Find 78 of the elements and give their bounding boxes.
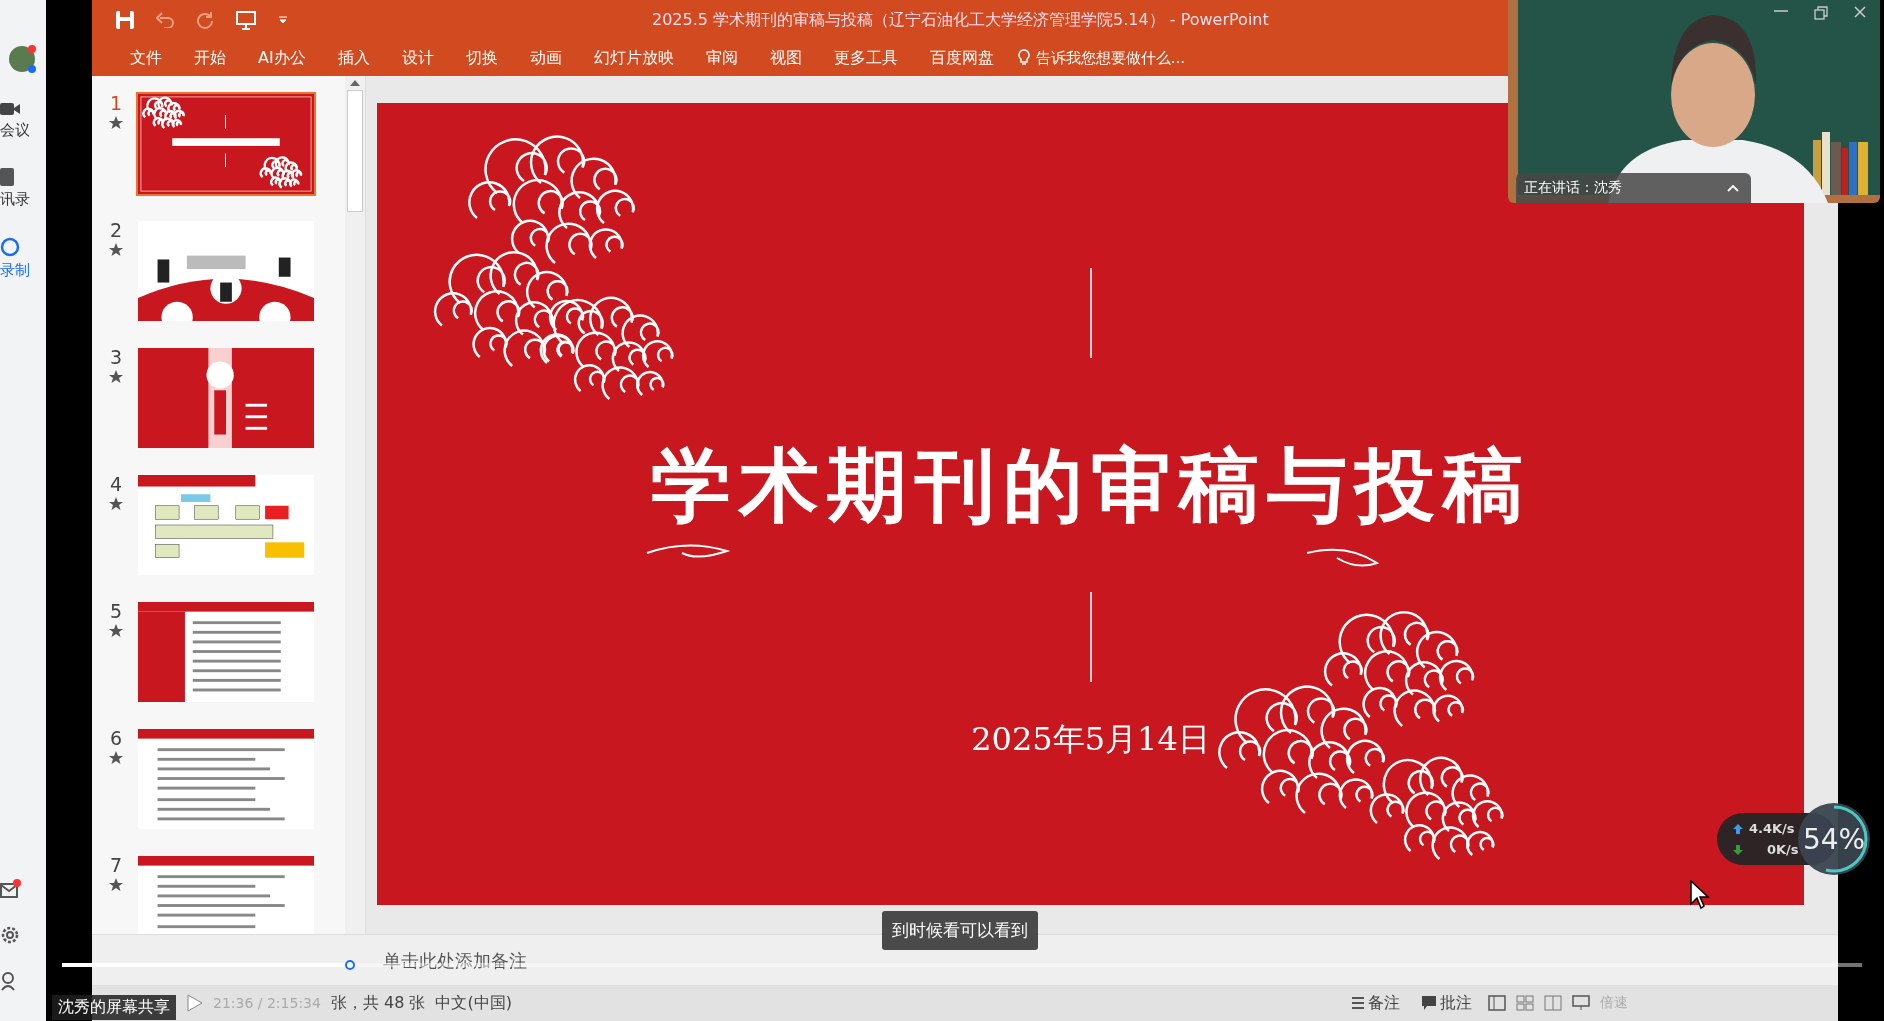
animation-star-icon <box>109 878 123 891</box>
dropdown-icon[interactable] <box>278 16 288 24</box>
slide-date: 2025年5月14日 <box>971 719 1210 760</box>
ribbon-tab[interactable]: 审阅 <box>689 47 754 69</box>
ribbon-tab[interactable]: AI办公 <box>242 47 322 69</box>
slide-thumbnail[interactable] <box>136 727 316 831</box>
caret-icon[interactable] <box>1727 184 1739 192</box>
ribbon-tab[interactable]: 开始 <box>178 47 242 69</box>
slideshow-icon[interactable] <box>1572 995 1590 1011</box>
slide-title: 学术期刊的审稿与投稿 <box>650 442 1531 530</box>
download-speed: 0K/s <box>1767 842 1799 857</box>
ribbon-tab[interactable]: 切换 <box>449 47 514 69</box>
download-arrow-icon <box>1733 844 1743 855</box>
screen-share-label: 沈秀的屏幕共享 <box>52 995 176 1020</box>
scrollbar-thumb[interactable] <box>347 90 363 212</box>
notes-field[interactable]: 单击此处添加备注 <box>381 948 685 972</box>
tell-me-field[interactable]: 告诉我您想要做什么... <box>1017 48 1248 68</box>
restore-icon[interactable] <box>1814 6 1828 20</box>
ribbon-tab[interactable]: 动画 <box>513 47 578 69</box>
animation-star-icon <box>109 116 123 129</box>
settings-icon[interactable] <box>0 925 20 945</box>
playback-time: 21:36 / 2:15:34 <box>213 995 321 1011</box>
normal-view-icon[interactable] <box>1488 995 1506 1011</box>
slide-number: 5 <box>109 600 123 622</box>
sidebar-item[interactable]: 会议 <box>0 100 46 141</box>
window-title: 2025.5 学术期刊的审稿与投稿（辽宁石油化工大学经济管理学院5.14） - PowerPoint <box>652 9 1269 31</box>
reading-view-icon[interactable] <box>1544 995 1562 1011</box>
slide-number: 3 <box>109 346 123 368</box>
notes-button[interactable]: 备注 <box>1346 992 1406 1014</box>
ribbon-tab[interactable]: 更多工具 <box>817 47 914 69</box>
document-icon <box>0 168 14 186</box>
video-progress-handle[interactable] <box>345 960 355 970</box>
ribbon-tab[interactable]: 视图 <box>753 47 818 69</box>
lightbulb-icon <box>1017 49 1030 67</box>
scroll-up-icon[interactable] <box>350 80 360 86</box>
mouse-cursor-icon <box>1690 880 1710 910</box>
sidebar-item[interactable]: 录制 <box>0 236 46 281</box>
sidebar-item[interactable]: 讯录 <box>0 167 46 210</box>
slide-thumbnail[interactable] <box>136 600 316 704</box>
subtitle-caption: 到时候看可以看到 <box>882 911 1038 950</box>
ribbon-tab[interactable]: 文件 <box>114 47 178 69</box>
animation-star-icon <box>109 243 123 256</box>
slide-count: 张，共 48 张 <box>330 992 426 1014</box>
ribbon-tab[interactable]: 插入 <box>321 47 386 69</box>
slide-thumbnail[interactable] <box>136 346 316 450</box>
slide-thumbnail[interactable] <box>136 473 316 577</box>
slide-number: 2 <box>109 219 123 241</box>
upload-arrow-icon <box>1733 823 1743 834</box>
ribbon-tab[interactable]: 幻灯片放映 <box>577 47 690 69</box>
list-icon <box>1352 996 1364 1010</box>
presentation-icon[interactable] <box>236 10 256 30</box>
slide-number: 6 <box>109 727 123 749</box>
slide-number: 1 <box>109 92 123 114</box>
animation-star-icon <box>109 370 123 383</box>
grid-view-icon[interactable] <box>1516 995 1534 1011</box>
video-camera-icon <box>0 101 20 117</box>
ribbon-tab[interactable]: 设计 <box>385 47 450 69</box>
swirl-drawing <box>1306 548 1378 567</box>
avatar-icon[interactable] <box>8 44 38 74</box>
slide-number: 7 <box>109 854 123 876</box>
comment-icon <box>1422 996 1436 1010</box>
slide-number: 4 <box>109 473 123 495</box>
animation-star-icon <box>109 751 123 764</box>
animation-star-icon <box>109 624 123 637</box>
slide-thumbnail[interactable] <box>136 854 316 934</box>
slide-thumbnail[interactable] <box>136 92 316 196</box>
comments-button[interactable]: 批注 <box>1416 992 1478 1014</box>
language-label: 中文(中国) <box>435 992 512 1014</box>
usage-percent: 54% <box>1801 821 1867 858</box>
mail-icon[interactable] <box>0 879 22 899</box>
record-icon <box>0 237 20 257</box>
play-icon[interactable] <box>187 994 203 1012</box>
ribbon-tab[interactable]: 百度网盘 <box>913 47 1010 69</box>
slide-thumbnail[interactable] <box>136 219 316 323</box>
speaker-label: 正在讲话：沈秀 <box>1524 179 1622 197</box>
animation-star-icon <box>109 497 123 510</box>
upload-speed: 4.4K/s <box>1749 821 1795 836</box>
close-icon[interactable] <box>1854 6 1866 18</box>
